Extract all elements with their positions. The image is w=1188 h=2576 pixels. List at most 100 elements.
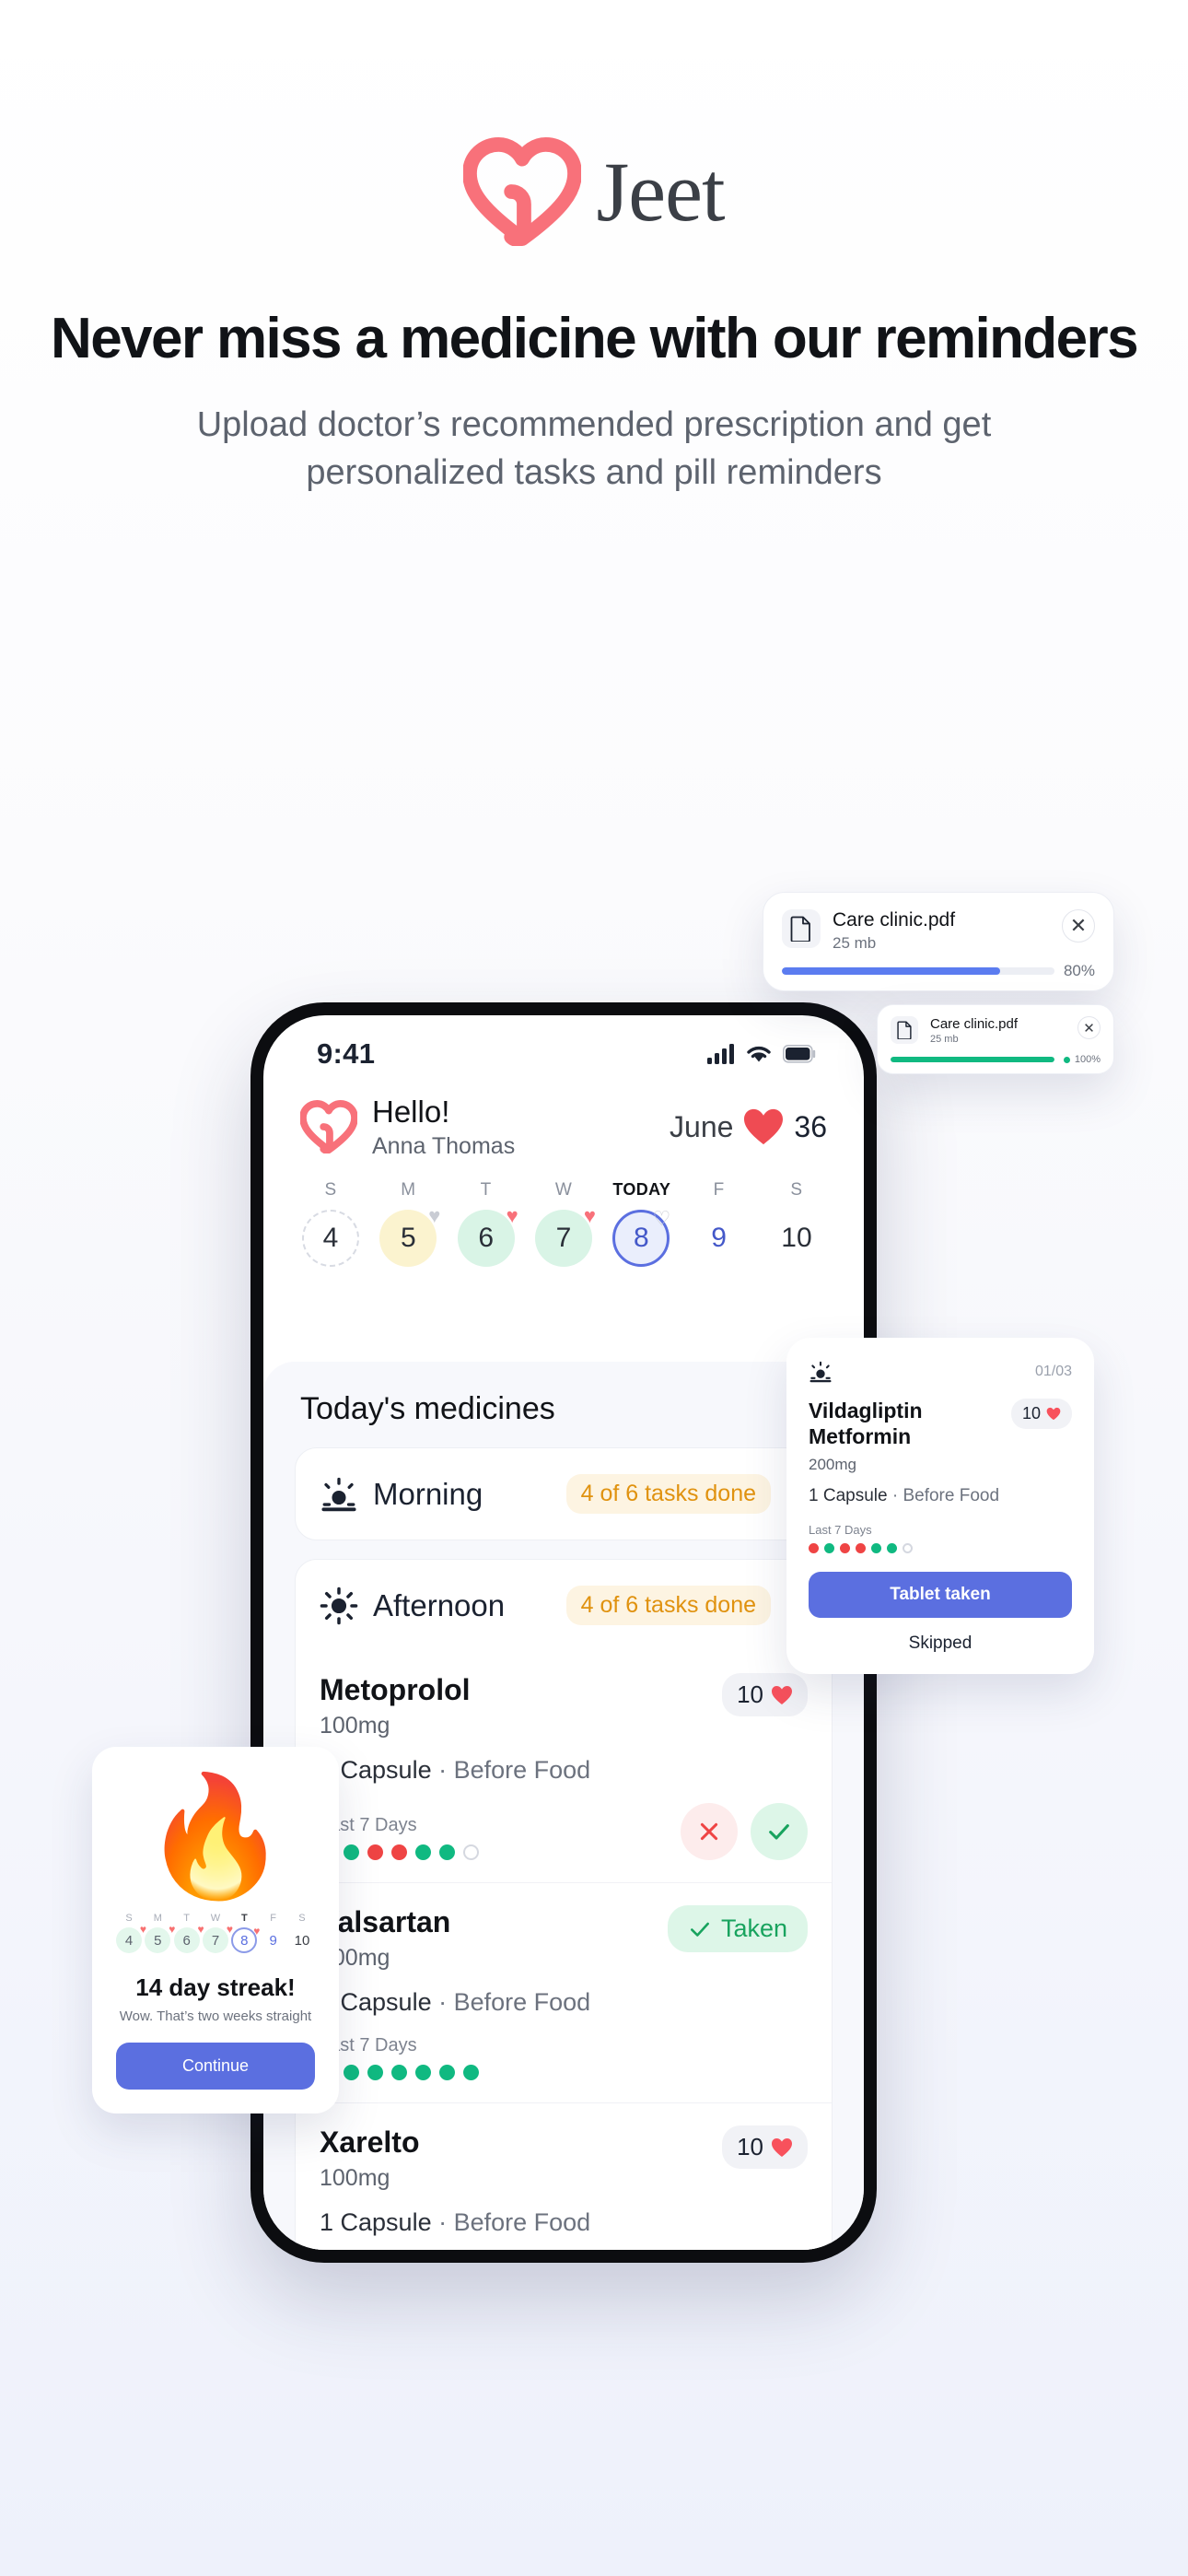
upload-progress-track (891, 1057, 1054, 1062)
medicine-amount: 1 Capsule (320, 2208, 432, 2236)
medicine-timing: Before Food (453, 1988, 591, 2016)
calendar-date[interactable]: 5 ♥ (379, 1205, 440, 1267)
calendar-dow: M (401, 1179, 416, 1200)
detail-last7-label: Last 7 Days (809, 1523, 872, 1538)
streak-day: T 8 ♥ (231, 1913, 260, 1953)
sheet-title: Today's medicines (300, 1391, 555, 1426)
file-size: 25 mb (930, 1034, 959, 1045)
detail-date: 01/03 (1034, 1364, 1072, 1379)
points-badge: 10 (722, 2125, 808, 2169)
adherence-dot (439, 1844, 455, 1860)
streak-day: T 6 ♥ (173, 1913, 204, 1953)
streak-dow: T (183, 1913, 191, 1924)
flame-icon: 🔥 (142, 1771, 289, 1903)
page-subhead: Upload doctor’s recommended prescription… (196, 405, 992, 493)
calendar-date[interactable]: 7 ♥ (534, 1205, 596, 1267)
streak-date: 6 ♥ (173, 1923, 204, 1953)
adherence-dot (367, 2065, 383, 2080)
adherence-dot (809, 1543, 819, 1554)
streak-subtitle: Wow. That’s two weeks straight (119, 2008, 312, 2024)
heart-icon: ♥ (169, 1923, 176, 1936)
sunrise-icon (809, 1361, 832, 1383)
detail-amount: 1 Capsule (809, 1486, 888, 1506)
calendar-date[interactable]: 8 ♡ (612, 1208, 670, 1267)
adherence-dot (463, 1844, 479, 1860)
close-icon[interactable]: ✕ (1077, 1016, 1101, 1039)
heart-count: 36 (794, 1109, 827, 1143)
section-morning[interactable]: Morning 4 of 6 tasks done (295, 1447, 833, 1540)
heart-icon (744, 1109, 784, 1145)
tablet-taken-button[interactable]: Tablet taken (809, 1572, 1072, 1619)
streak-date: 5 ♥ (145, 1923, 175, 1953)
adherence-dot (439, 2065, 455, 2080)
calendar-date[interactable]: 9 (691, 1210, 748, 1267)
brand-name: Jeet (596, 145, 725, 239)
continue-button[interactable]: Continue (116, 2043, 315, 2090)
user-name: Anna Thomas (372, 1132, 516, 1159)
heart-icon: ♥ (506, 1203, 518, 1227)
current-month[interactable]: June (670, 1110, 733, 1144)
calendar-dow: S (790, 1179, 803, 1200)
streak-week-calendar: S 4 ♥ M 5 ♥ T 6 ♥ W 7 ♥ T 8 ♥ F 9 S 10 (116, 1913, 315, 1953)
calendar-day[interactable]: TODAY 8 ♡ (612, 1180, 670, 1267)
calendar-date[interactable]: 4 (302, 1209, 359, 1267)
status-label: Taken (720, 1914, 787, 1942)
week-calendar: S 4 M 5 ♥ T 6 ♥ W 7 ♥ TODAY 8 ♡ F 9 S 10 (263, 1160, 864, 1291)
adherence-dot (871, 1543, 881, 1554)
taken-icon[interactable] (751, 1803, 808, 1860)
adherence-dot (415, 1844, 431, 1860)
medicine-name: Metoprolol (320, 1673, 471, 1706)
calendar-dow: TODAY (612, 1179, 671, 1199)
status-time: 9:41 (317, 1037, 376, 1070)
last7-dots (320, 2065, 808, 2080)
medicine-row[interactable]: Metoprolol 100mg 10 1 Capsule · Before Food… (296, 1651, 832, 1882)
brand-logo: Jeet (0, 0, 1188, 246)
upload-card-in-progress[interactable]: Care clinic.pdf 25 mb ✕ 80% (763, 892, 1114, 991)
wifi-icon (747, 1046, 771, 1062)
calendar-date[interactable]: 6 ♥ (457, 1205, 518, 1267)
adherence-dot (391, 1844, 407, 1860)
file-document-icon (891, 1016, 918, 1044)
medicine-row[interactable]: Valsartan 100mg Taken 1 Capsule · Before Fo… (296, 1882, 832, 2102)
streak-day: W 7 ♥ (202, 1913, 233, 1953)
detail-medicine-name: Vildagliptin Metformin (809, 1399, 923, 1448)
medicine-name: Xarelto (320, 2125, 420, 2159)
medicine-name: Valsartan (320, 1905, 451, 1938)
streak-title: 14 day streak! (135, 1973, 296, 2001)
upload-percent: 80% (1063, 962, 1095, 979)
calendar-day[interactable]: T 6 ♥ (457, 1179, 518, 1267)
calendar-day[interactable]: M 5 ♥ (379, 1179, 440, 1267)
heart-icon (772, 2137, 792, 2157)
points-badge: 10 (1010, 1399, 1072, 1429)
last7-dots (320, 1844, 681, 1860)
upload-card-complete[interactable]: Care clinic.pdf 25 mb ✕ 100% (877, 1004, 1114, 1074)
calendar-date[interactable]: 10 (768, 1210, 825, 1267)
medicine-dose: 100mg (320, 1713, 390, 1739)
last7-label: Last 7 Days (320, 1815, 417, 1835)
complete-dot-icon (1063, 1056, 1070, 1063)
close-icon[interactable]: ✕ (1062, 909, 1095, 943)
skipped-button[interactable]: Skipped (809, 1633, 1072, 1654)
medicine-timing: Before Food (453, 2208, 591, 2236)
calendar-day[interactable]: F9 (691, 1180, 748, 1267)
app-heart-logo-icon[interactable] (300, 1100, 357, 1154)
check-icon (690, 1922, 709, 1937)
upload-progress-bar (891, 1057, 1054, 1062)
status-badge: Taken (667, 1905, 808, 1952)
detail-last7-dots (809, 1543, 1072, 1554)
section-afternoon[interactable]: Afternoon 4 of 6 tasks done Metoprolol 10… (295, 1559, 833, 2250)
calendar-day[interactable]: S 10 (768, 1180, 825, 1267)
calendar-dow: T (480, 1179, 492, 1200)
adherence-dot (840, 1543, 850, 1554)
points-badge: 10 (722, 1673, 808, 1716)
app-header: Hello! Anna Thomas June 36 (263, 1080, 864, 1160)
skip-icon[interactable] (681, 1803, 738, 1860)
file-document-icon (782, 909, 821, 948)
streak-date: 7 ♥ (202, 1923, 233, 1953)
heart-icon (772, 1685, 792, 1704)
streak-dow: M (153, 1913, 162, 1924)
medicine-row[interactable]: Xarelto100mg101 Capsule · Before FoodLas… (296, 2102, 832, 2250)
status-bar: 9:41 (263, 1015, 864, 1080)
calendar-day[interactable]: W 7 ♥ (534, 1180, 596, 1267)
calendar-day[interactable]: S4 (302, 1180, 359, 1267)
